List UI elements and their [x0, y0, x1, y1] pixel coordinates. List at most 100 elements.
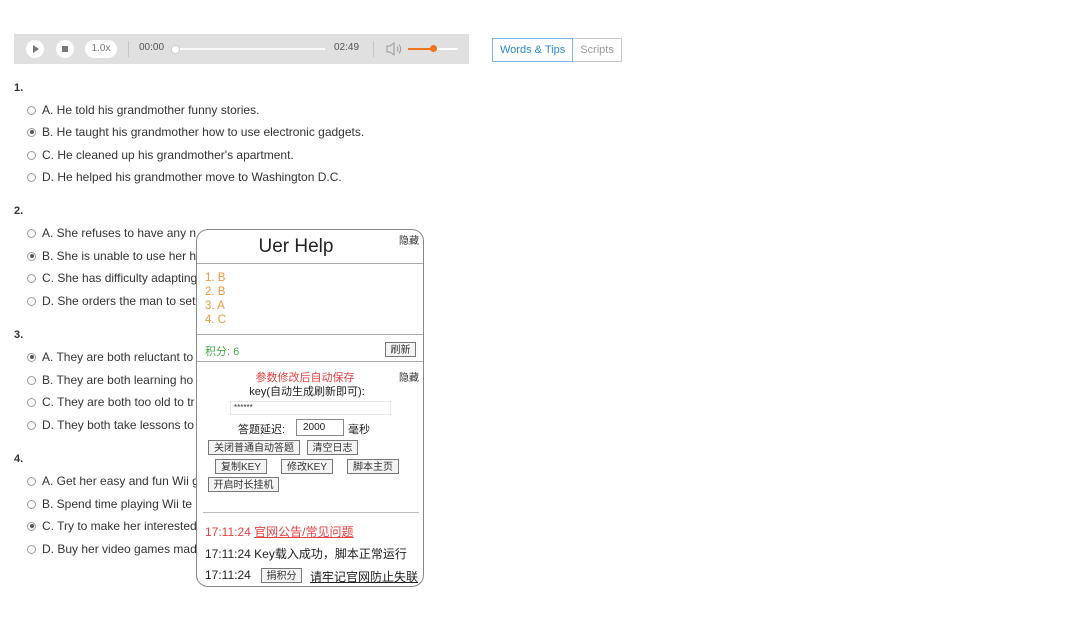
option-label: D. They both take lessons to [42, 418, 194, 432]
radio-button[interactable] [27, 476, 36, 486]
option-2a[interactable]: A. She refuses to have any n [27, 224, 196, 242]
option-4b[interactable]: B. Spend time playing Wii te [27, 495, 192, 513]
tab-words-tips[interactable]: Words & Tips [492, 38, 574, 62]
question-number: 3. [14, 329, 24, 341]
current-time: 00:00 [139, 42, 165, 53]
option-label: C. He cleaned up his grandmother's apart… [42, 148, 294, 162]
log-time: 17:11:24 [205, 568, 251, 582]
key-input[interactable]: ****** [230, 401, 391, 415]
play-icon [33, 45, 39, 53]
option-4c[interactable]: C. Try to make her interested [27, 517, 197, 535]
radio-button[interactable] [27, 521, 36, 531]
progress-track[interactable] [174, 48, 325, 50]
divider [373, 41, 374, 57]
radio-button[interactable] [27, 150, 36, 160]
radio-button[interactable] [27, 228, 36, 238]
delay-unit: 毫秒 [348, 424, 370, 436]
volume-icon[interactable] [385, 41, 405, 57]
edit-key-button[interactable]: 修改KEY [281, 459, 333, 474]
log-time: 17:11:24 [205, 547, 251, 561]
donate-points-button[interactable]: 捐积分 [261, 568, 302, 583]
option-label: B. Spend time playing Wii te [42, 497, 193, 511]
panel-title: Uer Help [258, 236, 334, 257]
key-label: key(自动生成刷新即可): [249, 386, 365, 398]
refresh-button[interactable]: 刷新 [385, 342, 416, 357]
option-label: C. She has difficulty adapting [42, 271, 198, 285]
option-1c[interactable]: C. He cleaned up his grandmother's apart… [27, 146, 294, 164]
option-label: B. They are both learning ho [42, 373, 194, 387]
play-button[interactable] [26, 40, 44, 58]
radio-button[interactable] [27, 105, 36, 115]
speed-button[interactable]: 1.0x [85, 40, 117, 58]
helper-panel: 隐藏 Uer Help 1. B 2. B 3. A 4. C 积分: 6 刷新… [196, 229, 424, 587]
option-1b[interactable]: B. He taught his grandmother how to use … [27, 123, 364, 141]
radio-button[interactable] [27, 499, 36, 509]
divider [197, 361, 423, 362]
question-number: 4. [14, 453, 24, 465]
option-3b[interactable]: B. They are both learning ho [27, 371, 193, 389]
delay-input[interactable]: 2000 [296, 419, 344, 436]
option-2b[interactable]: B. She is unable to use her h [27, 247, 196, 265]
option-4a[interactable]: A. Get her easy and fun Wii g [27, 472, 199, 490]
answer-item: 1. B [205, 272, 226, 284]
log-entry: 17:11:24 Key载入成功，脚本正常运行 [205, 545, 407, 562]
option-2c[interactable]: C. She has difficulty adapting [27, 269, 197, 287]
radio-button[interactable] [27, 544, 36, 554]
radio-button[interactable] [27, 296, 36, 306]
hide-panel-link[interactable]: 隐藏 [399, 232, 419, 247]
audio-player: 1.0x 00:00 02:49 [14, 34, 469, 64]
radio-button[interactable] [27, 127, 36, 137]
log-message: Key载入成功，脚本正常运行 [254, 547, 407, 561]
option-3d[interactable]: D. They both take lessons to [27, 416, 194, 434]
answer-item: 4. C [205, 314, 227, 326]
question-number: 1. [14, 82, 24, 94]
option-label: C. Try to make her interested [42, 519, 197, 533]
option-1a[interactable]: A. He told his grandmother funny stories… [27, 101, 259, 119]
radio-button[interactable] [27, 251, 36, 261]
official-site-link[interactable]: 请牢记官网防止失联 [310, 570, 418, 584]
option-label: D. He helped his grandmother move to Was… [42, 170, 342, 184]
volume-thumb[interactable] [430, 45, 437, 52]
clear-log-button[interactable]: 清空日志 [307, 440, 358, 455]
answer-list: 1. B 2. B 3. A 4. C [205, 271, 226, 327]
divider [197, 263, 423, 264]
option-3a[interactable]: A. They are both reluctant to [27, 348, 193, 366]
option-3c[interactable]: C. They are both too old to tr [27, 393, 195, 411]
answer-item: 3. A [205, 300, 225, 312]
option-label: C. They are both too old to tr [42, 395, 195, 409]
score-text: 积分: 6 [205, 346, 240, 358]
log-entry: 17:11:24 [205, 568, 251, 582]
copy-key-button[interactable]: 复制KEY [215, 459, 267, 474]
answer-item: 2. B [205, 286, 226, 298]
option-label: A. She refuses to have any n [42, 226, 197, 240]
option-4d[interactable]: D. Buy her video games mad [27, 540, 197, 558]
radio-button[interactable] [27, 420, 36, 430]
radio-button[interactable] [27, 352, 36, 362]
option-label: B. He taught his grandmother how to use … [42, 125, 365, 139]
stop-button[interactable] [56, 40, 74, 58]
radio-button[interactable] [27, 172, 36, 182]
divider [203, 512, 419, 513]
divider [197, 334, 423, 335]
log-entry: 请牢记官网防止失联 [310, 568, 418, 585]
option-label: B. She is unable to use her h [42, 249, 197, 263]
radio-button[interactable] [27, 375, 36, 385]
radio-button[interactable] [27, 397, 36, 407]
close-auto-answer-button[interactable]: 关闭普通自动答题 [208, 440, 300, 455]
tab-scripts[interactable]: Scripts [573, 38, 622, 62]
option-label: A. They are both reluctant to [42, 350, 194, 364]
option-label: D. She orders the man to set [42, 294, 196, 308]
option-2d[interactable]: D. She orders the man to set [27, 292, 195, 310]
duration: 02:49 [334, 42, 360, 53]
long-hang-button[interactable]: 开启时长挂机 [208, 477, 279, 492]
announcement-link[interactable]: 官网公告/常见问题 [254, 525, 353, 539]
option-label: D. Buy her video games mad [42, 542, 197, 556]
script-home-button[interactable]: 脚本主页 [347, 459, 399, 474]
option-label: A. He told his grandmother funny stories… [42, 103, 260, 117]
radio-button[interactable] [27, 273, 36, 283]
progress-thumb[interactable] [171, 45, 180, 54]
log-entry: 17:11:24 官网公告/常见问题 [205, 523, 354, 540]
option-1d[interactable]: D. He helped his grandmother move to Was… [27, 168, 342, 186]
divider [128, 41, 129, 57]
stop-icon [62, 46, 68, 52]
